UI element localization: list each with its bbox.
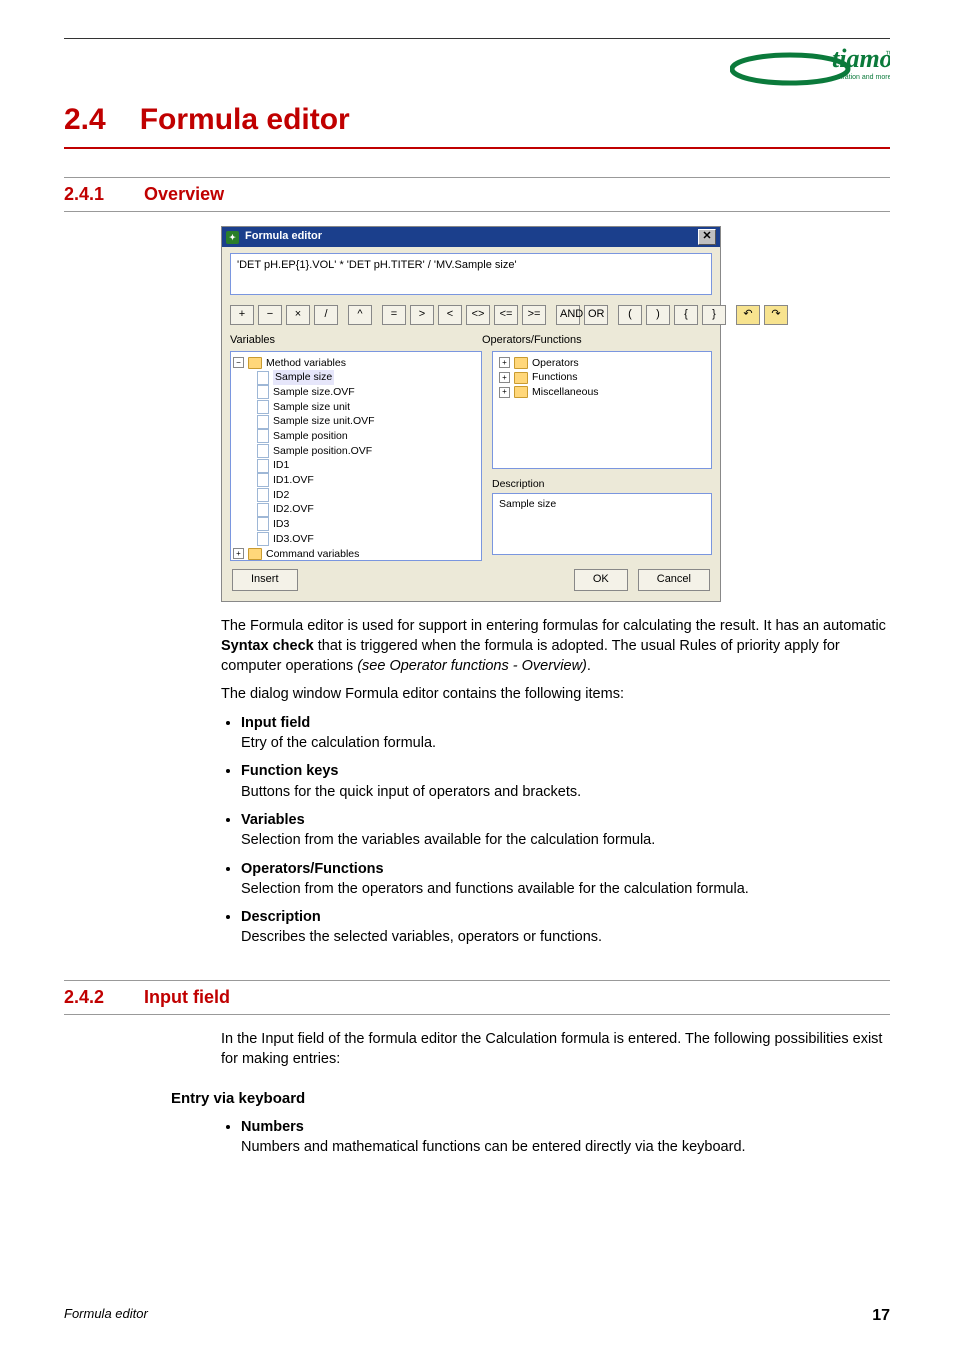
file-icon [257,400,269,414]
svg-text:titration and more: titration and more [837,74,890,81]
folder-icon [248,357,262,369]
file-icon [257,385,269,399]
overview-paragraph-2: The dialog window Formula editor contain… [221,684,890,704]
function-key-row: + − × / ^ = > < <> <= >= AND OR ( ) { } [230,305,712,325]
folder-icon [248,548,262,560]
key-lt[interactable]: < [438,305,462,325]
insert-button[interactable]: Insert [232,569,298,591]
file-icon [257,488,269,502]
file-icon [257,415,269,429]
file-icon [257,371,269,385]
file-icon [257,503,269,517]
undo-icon[interactable]: ↶ [736,305,760,325]
items-list: Input fieldEtry of the calculation formu… [241,713,890,948]
section-input-field-heading: 2.4.2 Input field [64,980,890,1015]
file-icon [257,459,269,473]
key-or[interactable]: OR [584,305,608,325]
ok-button[interactable]: OK [574,569,628,591]
expand-icon[interactable]: + [499,372,510,383]
redo-icon[interactable]: ↷ [764,305,788,325]
expand-icon[interactable]: + [499,357,510,368]
chapter-heading: 2.4 Formula editor [64,99,890,141]
key-lbrace[interactable]: { [674,305,698,325]
key-rparen[interactable]: ) [646,305,670,325]
svg-text:™: ™ [885,49,890,59]
folder-icon [514,357,528,369]
input-field-paragraph: In the Input field of the formula editor… [221,1029,890,1070]
key-plus[interactable]: + [230,305,254,325]
dialog-titlebar: ✦ Formula editor ✕ [222,227,720,247]
formula-editor-dialog: ✦ Formula editor ✕ 'DET pH.EP{1}.VOL' * … [221,226,721,601]
key-div[interactable]: / [314,305,338,325]
key-mult[interactable]: × [286,305,310,325]
key-lparen[interactable]: ( [618,305,642,325]
expand-icon[interactable]: + [233,548,244,559]
description-box: Sample size [492,493,712,555]
variables-tree[interactable]: −Method variables Sample size Sample siz… [230,351,482,561]
dialog-title: Formula editor [245,229,322,244]
file-icon [257,517,269,531]
key-ne[interactable]: <> [466,305,490,325]
key-rbrace[interactable]: } [702,305,726,325]
formula-input[interactable]: 'DET pH.EP{1}.VOL' * 'DET pH.TITER' / 'M… [230,253,712,295]
section-overview-heading: 2.4.1 Overview [64,177,890,212]
app-icon: ✦ [226,231,239,244]
key-minus[interactable]: − [258,305,282,325]
close-icon[interactable]: ✕ [698,229,716,245]
key-pow[interactable]: ^ [348,305,372,325]
description-label: Description [492,477,712,492]
footer-left: Formula editor [64,1305,148,1327]
cancel-button[interactable]: Cancel [638,569,710,591]
key-le[interactable]: <= [494,305,518,325]
brand-logo: tiamo ™ titration and more [64,45,890,89]
operators-functions-label: Operators/Functions [482,333,712,348]
variables-label: Variables [230,333,482,348]
folder-icon [514,372,528,384]
folder-icon [514,386,528,398]
collapse-icon[interactable]: − [233,357,244,368]
key-eq[interactable]: = [382,305,406,325]
file-icon [257,429,269,443]
page-number: 17 [872,1305,890,1327]
key-gt[interactable]: > [410,305,434,325]
entry-via-keyboard-heading: Entry via keyboard [171,1088,890,1109]
expand-icon[interactable]: + [499,387,510,398]
key-and[interactable]: AND [556,305,580,325]
file-icon [257,444,269,458]
brand-text: tiamo [832,45,890,73]
file-icon [257,532,269,546]
file-icon [257,473,269,487]
keyboard-list: NumbersNumbers and mathematical function… [241,1117,890,1158]
key-ge[interactable]: >= [522,305,546,325]
overview-paragraph-1: The Formula editor is used for support i… [221,616,890,677]
operators-functions-tree[interactable]: +Operators +Functions +Miscellaneous [492,351,712,469]
